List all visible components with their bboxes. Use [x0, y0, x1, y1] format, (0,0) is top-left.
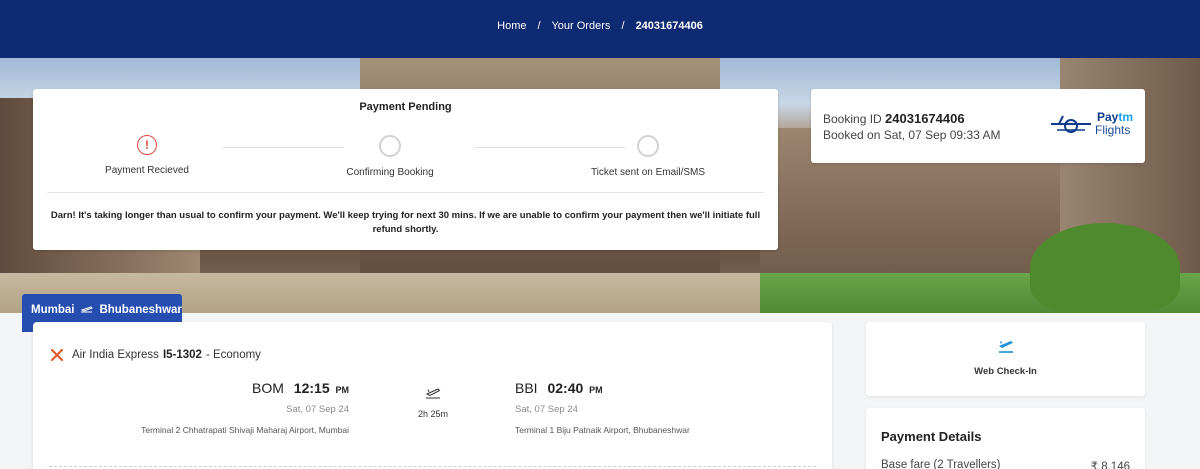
step-ticket-sent: Ticket sent on Email/SMS — [563, 135, 733, 178]
payment-status-message: Darn! It's taking longer than usual to c… — [50, 210, 761, 235]
flight-details-card: Air India Express I5-1302 - Economy BOM … — [33, 322, 832, 469]
booking-id-label: Booking ID — [823, 112, 882, 126]
arrival-info: BBI 02:40 PM Sat, 07 Sep 24 Terminal 1 B… — [515, 380, 690, 435]
fare-value: ₹ 8,146 — [1090, 461, 1130, 469]
arrival-airport-code: BBI — [515, 380, 538, 396]
breadcrumb-home-link[interactable]: Home — [497, 20, 526, 32]
step-confirming-booking: Confirming Booking — [305, 135, 475, 178]
payment-status-title: Payment Pending — [359, 101, 452, 113]
alert-icon: ! — [137, 135, 157, 155]
departure-terminal: Terminal 2 Chhatrapati Shivaji Maharaj A… — [141, 425, 349, 435]
circle-icon — [637, 135, 659, 157]
breadcrumb-orders-link[interactable]: Your Orders — [551, 20, 610, 32]
arrival-terminal: Terminal 1 Biju Patnaik Airport, Bhubane… — [515, 425, 690, 435]
flights-wordmark: Flights — [1095, 123, 1131, 137]
web-checkin-plane-icon — [999, 341, 1013, 353]
payment-details-card: Payment Details Base fare (2 Travellers)… — [866, 408, 1145, 469]
payment-details-title: Payment Details — [881, 429, 982, 444]
booked-on-text: Booked on Sat, 07 Sep 09:33 AM — [823, 128, 1001, 142]
paytm-wordmark: Paytm — [1097, 110, 1133, 124]
step-label: Confirming Booking — [346, 167, 434, 178]
departure-ampm: PM — [335, 385, 350, 395]
departure-time: 12:15 — [293, 380, 330, 396]
airline-row: Air India Express I5-1302 - Economy — [50, 348, 261, 362]
paytm-wordmark-pay: Pay — [1097, 110, 1119, 124]
booking-id-value: 24031674406 — [885, 111, 965, 126]
step-label: Payment Recieved — [105, 165, 189, 176]
route-to: Bhubaneshwar — [99, 304, 182, 316]
route-from: Mumbai — [31, 304, 75, 316]
booking-info-card: Booking ID 24031674406 Booked on Sat, 07… — [811, 89, 1145, 163]
plane-logo-icon — [1051, 115, 1091, 133]
departure-airport-code: BOM — [252, 380, 284, 396]
step-payment-received: ! Payment Recieved — [62, 135, 232, 176]
plane-takeoff-icon — [425, 388, 441, 399]
breadcrumb-separator: / — [621, 20, 625, 32]
departure-info: BOM 12:15 PM Sat, 07 Sep 24 Terminal 2 C… — [141, 380, 349, 435]
arrival-date: Sat, 07 Sep 24 — [515, 404, 578, 415]
step-label: Ticket sent on Email/SMS — [590, 167, 706, 178]
divider — [47, 192, 764, 193]
web-checkin-label: Web Check-In — [974, 366, 1037, 377]
plane-icon — [80, 304, 94, 317]
payment-status-card: Payment Pending ! Payment Recieved Confi… — [33, 89, 778, 250]
top-header-bar: Home / Your Orders / 24031674406 — [0, 0, 1200, 58]
fare-label: Base fare (2 Travellers) — [881, 459, 1001, 469]
breadcrumb-separator: / — [537, 20, 541, 32]
airline-name: Air India Express — [72, 349, 159, 361]
flight-duration: 2h 25m — [417, 409, 449, 419]
dashed-divider — [49, 466, 816, 467]
arrival-ampm: PM — [589, 385, 603, 395]
breadcrumb-current-order: 24031674406 — [635, 20, 703, 32]
circle-icon — [379, 135, 401, 157]
cabin-class: - Economy — [205, 349, 261, 361]
flight-number: I5-1302 — [162, 349, 202, 361]
fare-row: Base fare (2 Travellers) ₹ 8,146 — [881, 459, 1130, 469]
paytm-wordmark-tm: tm — [1118, 110, 1134, 124]
airline-logo-icon — [50, 348, 64, 362]
breadcrumb: Home / Your Orders / 24031674406 — [0, 20, 1200, 32]
duration-block: 2h 25m — [410, 386, 456, 419]
web-checkin-button[interactable]: Web Check-In — [866, 322, 1145, 396]
paytm-flights-logo: Paytm Flights — [1049, 110, 1139, 142]
departure-date: Sat, 07 Sep 24 — [286, 404, 349, 415]
arrival-time: 02:40 — [547, 380, 584, 396]
booking-id-line: Booking ID 24031674406 — [823, 111, 965, 126]
